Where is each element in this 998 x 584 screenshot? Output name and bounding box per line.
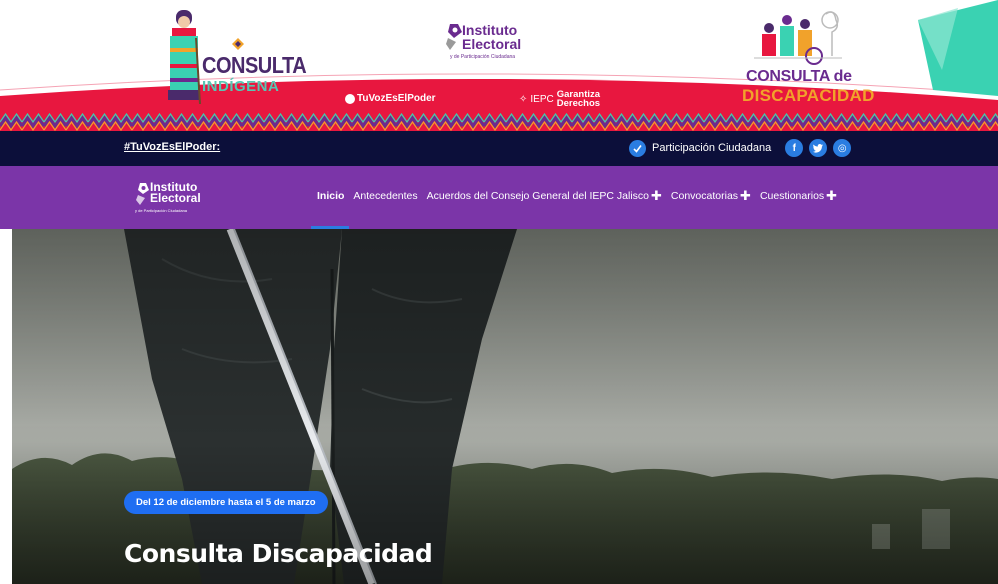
garantiza-line2: Derechos	[556, 98, 601, 109]
people-group-icon	[754, 11, 842, 65]
iepc-line2: Electoral	[462, 36, 522, 52]
nav-menu: Inicio Antecedentes Acuerdos del Consejo…	[317, 188, 846, 203]
heart-hands-icon: ✧	[519, 93, 528, 105]
participacion-ciudadana-link[interactable]: Participación Ciudadana	[652, 142, 771, 154]
nav-item-label: Antecedentes	[353, 190, 418, 202]
iepc-emblem-icon	[446, 24, 462, 50]
discap-title-line2: DISCAPACIDAD	[742, 86, 875, 105]
main-navbar: Instituto Electoral y de Participación C…	[0, 166, 998, 229]
nav-logo-subtitle: y de Participación Ciudadana	[135, 208, 188, 213]
top-info-bar: #TuVozEsElPoder: Participación Ciudadana…	[0, 131, 998, 166]
nav-item-label: Acuerdos del Consejo General del IEPC Ja…	[426, 190, 650, 202]
plus-icon: ✚	[740, 188, 751, 203]
iepc-garantiza-derechos: ✧ IEPC Garantiza Derechos	[519, 90, 601, 109]
iepc-emblem-icon	[136, 183, 149, 205]
garantiza-prefix: IEPC	[530, 93, 554, 105]
check-circle-icon	[629, 139, 646, 157]
indigena-title-line2: INDÍGENA	[202, 78, 280, 95]
nav-item-convocatorias[interactable]: Convocatorias ✚	[670, 188, 751, 203]
diamond-icon	[232, 38, 244, 50]
iepc-wordmark: Instituto Electoral	[462, 23, 521, 51]
nav-item-cuestionarios[interactable]: Cuestionarios ✚	[759, 188, 838, 203]
consulta-discapacidad-logo[interactable]: CONSULTA de DISCAPACIDAD	[738, 6, 874, 106]
nav-logo-line2: Electoral	[150, 191, 201, 205]
instagram-icon[interactable]: ◎	[833, 139, 852, 157]
nav-item-label: Convocatorias	[670, 190, 739, 202]
nav-item-inicio[interactable]: Inicio	[317, 190, 344, 202]
consulta-indigena-logo[interactable]: CONSULTA INDÍGENA	[160, 8, 307, 108]
mint-corner-shape	[918, 0, 998, 96]
plus-icon: ✚	[826, 188, 838, 203]
hero-banner: Del 12 de diciembre hasta el 5 de marzo …	[12, 229, 998, 584]
banner-hashtag: TuVozEsElPoder	[345, 93, 436, 104]
banner-hashtag-text: TuVozEsElPoder	[357, 93, 436, 104]
garantiza-text: Garantiza Derechos	[556, 90, 601, 109]
date-range-badge: Del 12 de diciembre hasta el 5 de marzo	[124, 491, 328, 514]
woven-pattern-strip	[0, 113, 998, 131]
nav-item-acuerdos[interactable]: Acuerdos del Consejo General del IEPC Ja…	[426, 188, 662, 203]
hero-title: Consulta Discapacidad	[124, 539, 433, 568]
consulta-indigena-wordmark: CONSULTA INDÍGENA	[202, 53, 307, 95]
nav-logo-wordmark: Instituto Electoral	[150, 181, 201, 205]
iepc-subtitle: y de Participación Ciudadana	[450, 54, 516, 60]
nav-item-antecedentes[interactable]: Antecedentes	[353, 190, 417, 202]
facebook-icon[interactable]: f	[785, 139, 804, 157]
plus-icon: ✚	[651, 188, 662, 203]
nav-item-label: Inicio	[317, 190, 345, 202]
iepc-logo-banner[interactable]: Instituto Electoral y de Participación C…	[444, 22, 554, 66]
indigena-title-line1: CONSULTA	[202, 53, 307, 79]
iepc-line1: Instituto	[462, 22, 518, 38]
topbar-right-group: Participación Ciudadana f ◎	[629, 139, 852, 157]
iepc-mini-icon	[345, 93, 355, 104]
event-banner: CONSULTA INDÍGENA Instituto Electoral y …	[0, 0, 998, 131]
indigenous-figure-icon	[168, 10, 201, 105]
iepc-nav-logo[interactable]: Instituto Electoral y de Participación C…	[135, 180, 215, 220]
nav-item-label: Cuestionarios	[759, 190, 825, 202]
hero-photo	[12, 229, 998, 584]
topbar-hashtag-link[interactable]: #TuVozEsElPoder:	[124, 141, 220, 153]
discap-title-line1: CONSULTA de	[746, 68, 852, 85]
twitter-icon[interactable]	[809, 139, 828, 157]
